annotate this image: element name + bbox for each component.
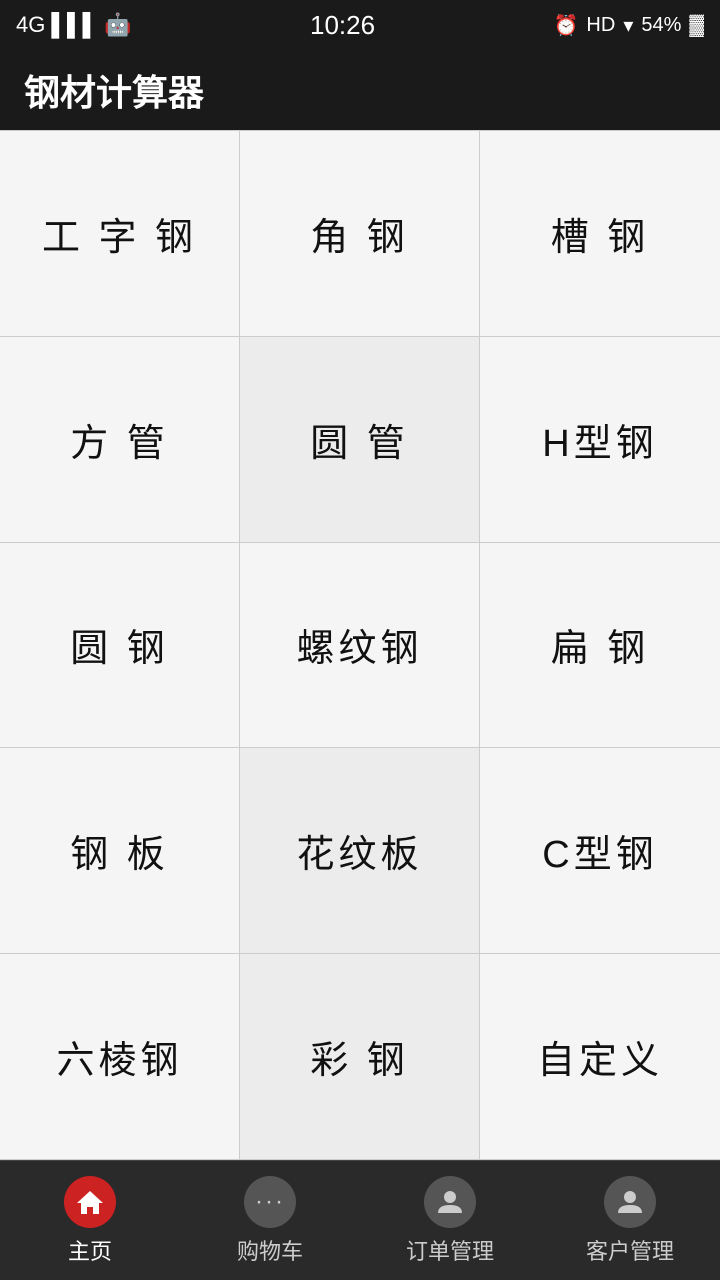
battery-text: 54% (641, 14, 681, 37)
status-bar: 4G ▌▌▌ 🤖 10:26 ⏰ HD ▾ 54% ▓ (0, 0, 720, 50)
status-left: 4G ▌▌▌ 🤖 (16, 12, 132, 38)
grid-item-biangang[interactable]: 扁 钢 (480, 543, 720, 749)
grid-item-fangguan[interactable]: 方 管 (0, 337, 240, 543)
grid-item-gangban[interactable]: 钢 板 (0, 748, 240, 954)
grid-item-huawenban[interactable]: 花纹板 (240, 748, 480, 954)
nav-item-home[interactable]: 主页 (40, 1176, 140, 1266)
order-label: 订单管理 (406, 1234, 494, 1266)
grid-item-liulengang[interactable]: 六棱钢 (0, 954, 240, 1160)
customer-label: 客户管理 (586, 1234, 674, 1266)
grid-item-jiaogang[interactable]: 角 钢 (240, 131, 480, 337)
status-time: 10:26 (310, 10, 375, 41)
grid-item-caigang[interactable]: 彩 钢 (240, 954, 480, 1160)
customer-icon (604, 1176, 656, 1228)
order-icon (424, 1176, 476, 1228)
grid-item-luowengang[interactable]: 螺纹钢 (240, 543, 480, 749)
app-header: 钢材计算器 (0, 50, 720, 130)
grid-item-gongzigang[interactable]: 工 字 钢 (0, 131, 240, 337)
alarm-icon: ⏰ (554, 13, 579, 38)
battery-icon: ▓ (689, 14, 704, 37)
signal-text: 4G (16, 12, 45, 38)
bottom-nav: 主页 ··· 购物车 订单管理 客户管理 (0, 1160, 720, 1280)
signal-bars: ▌▌▌ (51, 12, 98, 38)
nav-item-order[interactable]: 订单管理 (400, 1176, 500, 1266)
grid-item-cxinggang[interactable]: C型钢 (480, 748, 720, 954)
nav-item-cart[interactable]: ··· 购物车 (220, 1176, 320, 1266)
home-icon (64, 1176, 116, 1228)
grid-item-caogang[interactable]: 槽 钢 (480, 131, 720, 337)
app-title: 钢材计算器 (24, 64, 204, 116)
android-icon: 🤖 (104, 12, 131, 38)
cart-icon: ··· (244, 1176, 296, 1228)
wifi-icon: ▾ (623, 13, 633, 38)
home-label: 主页 (68, 1234, 112, 1266)
grid-item-yuangang[interactable]: 圆 钢 (0, 543, 240, 749)
grid-item-yuanguan[interactable]: 圆 管 (240, 337, 480, 543)
material-grid: 工 字 钢角 钢槽 钢方 管圆 管H型钢圆 钢螺纹钢扁 钢钢 板花纹板C型钢六棱… (0, 130, 720, 1160)
cart-label: 购物车 (237, 1234, 303, 1266)
grid-item-hxinggang[interactable]: H型钢 (480, 337, 720, 543)
grid-item-zidingyi[interactable]: 自定义 (480, 954, 720, 1160)
hd-label: HD (586, 14, 615, 37)
status-right: ⏰ HD ▾ 54% ▓ (554, 13, 704, 38)
nav-item-customer[interactable]: 客户管理 (580, 1176, 680, 1266)
